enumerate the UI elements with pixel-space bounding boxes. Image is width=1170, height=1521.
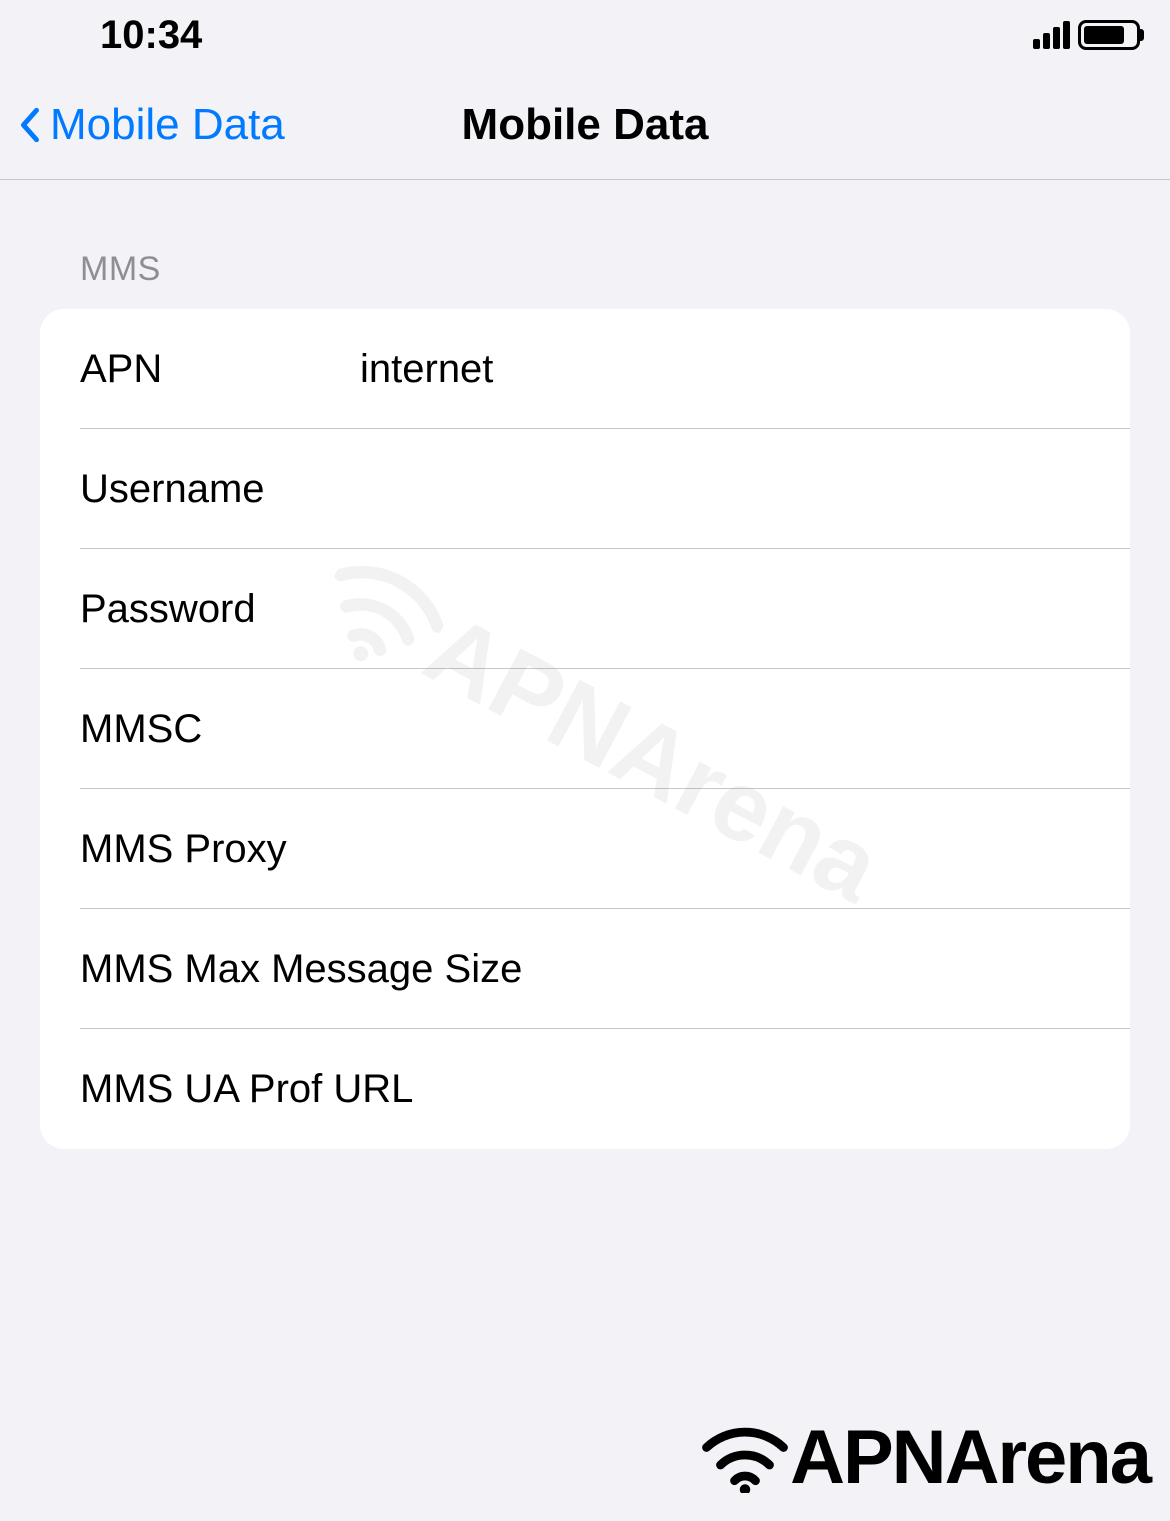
mmsc-row[interactable]: MMSC <box>40 669 1130 789</box>
back-button[interactable]: Mobile Data <box>20 100 285 150</box>
mms-ua-prof-row[interactable]: MMS UA Prof URL <box>40 1029 1130 1149</box>
mmsc-input[interactable] <box>360 707 1090 752</box>
mms-proxy-row[interactable]: MMS Proxy <box>40 789 1130 909</box>
username-label: Username <box>80 467 360 512</box>
mms-ua-prof-label: MMS UA Prof URL <box>80 1067 413 1112</box>
brand-text: APNArena <box>790 1414 1150 1501</box>
brand-logo: APNArena <box>700 1414 1150 1501</box>
password-input[interactable] <box>360 587 1090 632</box>
apn-row[interactable]: APN <box>40 309 1130 429</box>
mms-max-size-input[interactable] <box>522 947 1090 992</box>
status-bar: 10:34 <box>0 0 1170 70</box>
apn-input[interactable] <box>360 347 1090 392</box>
nav-title: Mobile Data <box>462 100 709 150</box>
wifi-icon <box>700 1423 790 1493</box>
chevron-left-icon <box>20 107 40 143</box>
mms-max-size-label: MMS Max Message Size <box>80 947 522 992</box>
mms-ua-prof-input[interactable] <box>413 1067 1090 1112</box>
mmsc-label: MMSC <box>80 707 360 752</box>
nav-bar: Mobile Data Mobile Data <box>0 70 1170 180</box>
back-label: Mobile Data <box>50 100 285 150</box>
section-header: MMS <box>0 180 1170 309</box>
apn-label: APN <box>80 347 360 392</box>
password-row[interactable]: Password <box>40 549 1130 669</box>
status-time: 10:34 <box>100 13 202 58</box>
mms-proxy-label: MMS Proxy <box>80 827 360 872</box>
mms-max-size-row[interactable]: MMS Max Message Size <box>40 909 1130 1029</box>
username-input[interactable] <box>360 467 1090 512</box>
settings-group: APN Username Password MMSC MMS Proxy MMS… <box>40 309 1130 1149</box>
password-label: Password <box>80 587 360 632</box>
status-indicators <box>1033 20 1140 50</box>
mms-proxy-input[interactable] <box>360 827 1090 872</box>
cellular-signal-icon <box>1033 21 1070 49</box>
battery-icon <box>1078 20 1140 50</box>
username-row[interactable]: Username <box>40 429 1130 549</box>
